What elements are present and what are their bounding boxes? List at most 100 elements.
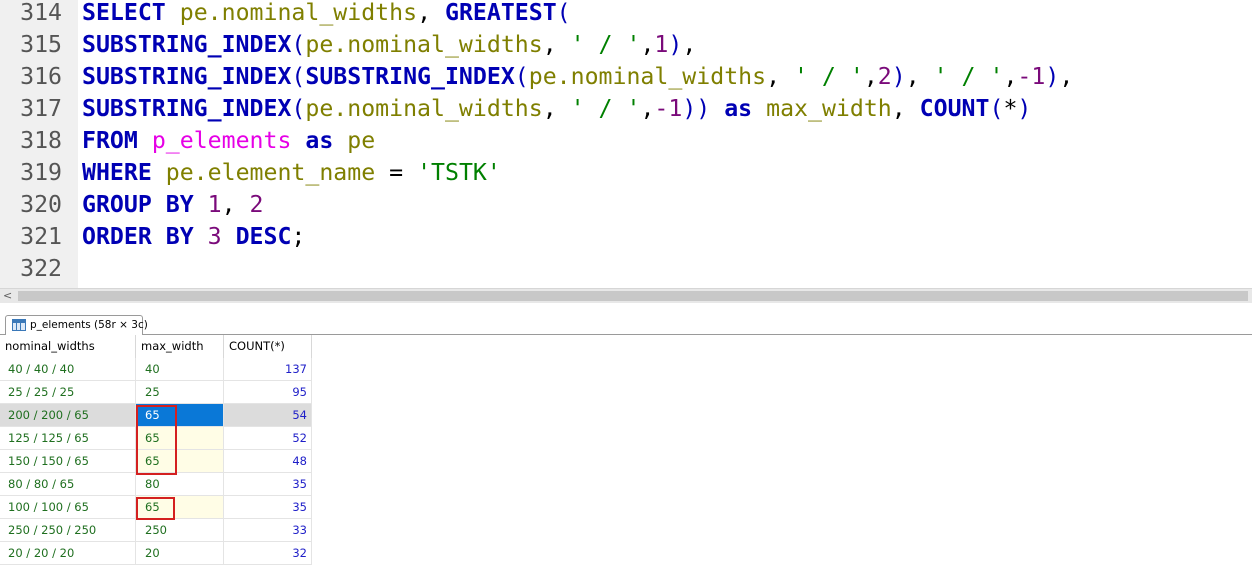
cell-count[interactable]: 48	[224, 450, 312, 473]
result-tab-label: p_elements (58r × 3c)	[30, 319, 148, 331]
code-token: ,	[891, 95, 920, 122]
cell-count[interactable]: 35	[224, 496, 312, 519]
code-token: )	[891, 63, 906, 90]
cell-count[interactable]: 33	[224, 519, 312, 542]
code-token: (	[291, 31, 306, 58]
cell-max-width[interactable]: 65	[136, 404, 224, 427]
code-token: pe.nominal_widths	[305, 95, 543, 122]
line-number: 321	[20, 223, 62, 250]
cell-count[interactable]: 54	[224, 404, 312, 427]
scrollbar-thumb[interactable]	[18, 291, 1248, 301]
cell-nominal-widths[interactable]: 40 / 40 / 40	[0, 358, 136, 381]
table-grid-icon	[12, 319, 26, 331]
cell-max-width[interactable]: 65	[136, 427, 224, 450]
scroll-left-arrow-icon[interactable]: <	[3, 289, 12, 303]
cell-nominal-widths[interactable]: 250 / 250 / 250	[0, 519, 136, 542]
code-text: FROM p_elements as pe	[82, 125, 375, 157]
code-token: ,	[542, 31, 571, 58]
result-tab-p-elements[interactable]: p_elements (58r × 3c)	[5, 315, 148, 335]
cell-nominal-widths[interactable]: 150 / 150 / 65	[0, 450, 136, 473]
code-token: ,	[542, 95, 571, 122]
cell-nominal-widths[interactable]: 80 / 80 / 65	[0, 473, 136, 496]
line-number: 318	[20, 127, 62, 154]
code-token: 'TSTK'	[417, 159, 501, 186]
table-row[interactable]: 40 / 40 / 40 40 137	[0, 358, 312, 381]
code-token: SUBSTRING_INDEX	[305, 63, 515, 90]
code-token: ,	[640, 31, 655, 58]
table-row[interactable]: 80 / 80 / 65 80 35	[0, 473, 312, 496]
code-token: *	[1003, 95, 1018, 122]
code-token: pe	[347, 127, 376, 154]
code-token: DESC	[235, 223, 292, 250]
code-token: )	[668, 31, 683, 58]
code-token: SELECT	[82, 0, 180, 26]
cell-max-width[interactable]: 40	[136, 358, 224, 381]
code-token: pe.nominal_widths	[179, 0, 418, 26]
cell-max-width[interactable]: 65	[136, 450, 224, 473]
code-token: ' / '	[794, 63, 864, 90]
code-token: 3	[207, 223, 236, 250]
cell-nominal-widths[interactable]: 200 / 200 / 65	[0, 404, 136, 427]
code-token: ))	[682, 95, 711, 122]
cell-nominal-widths[interactable]: 25 / 25 / 25	[0, 381, 136, 404]
code-text: ORDER BY 3 DESC;	[82, 221, 305, 253]
cell-nominal-widths[interactable]: 20 / 20 / 20	[0, 542, 136, 565]
table-row[interactable]: 125 / 125 / 65 65 52	[0, 427, 312, 450]
table-row[interactable]: 25 / 25 / 25 25 95	[0, 381, 312, 404]
cell-nominal-widths[interactable]: 100 / 100 / 65	[0, 496, 136, 519]
code-token: p_elements	[151, 127, 292, 154]
cell-count[interactable]: 95	[224, 381, 312, 404]
code-text: SUBSTRING_INDEX(pe.nominal_widths, ' / '…	[82, 29, 696, 61]
code-token: 1	[654, 31, 669, 58]
cell-max-width[interactable]: 65	[136, 496, 224, 519]
horizontal-scrollbar[interactable]: <	[0, 288, 1252, 303]
table-row[interactable]: 150 / 150 / 65 65 48	[0, 450, 312, 473]
code-token: )	[1045, 63, 1060, 90]
code-token: ' / '	[933, 63, 1004, 90]
code-token: WHERE	[82, 159, 166, 186]
cell-count[interactable]: 137	[224, 358, 312, 381]
column-header-max-width[interactable]: max_width	[136, 335, 224, 358]
code-token: SUBSTRING_INDEX	[82, 31, 292, 58]
table-row[interactable]: 250 / 250 / 250 250 33	[0, 519, 312, 542]
code-token: as	[305, 127, 348, 154]
code-token: ' / '	[570, 31, 641, 58]
cell-count[interactable]: 35	[224, 473, 312, 496]
cell-max-width[interactable]: 80	[136, 473, 224, 496]
cell-max-width[interactable]: 250	[136, 519, 224, 542]
code-token: )	[1017, 95, 1032, 122]
code-token: =	[375, 159, 418, 186]
line-number: 317	[20, 95, 62, 122]
cell-max-width[interactable]: 25	[136, 381, 224, 404]
table-row[interactable]: 100 / 100 / 65 65 35	[0, 496, 312, 519]
table-row[interactable]: 20 / 20 / 20 20 32	[0, 542, 312, 565]
sql-editor[interactable]: 314 SELECT pe.nominal_widths, GREATEST(31…	[0, 0, 1252, 288]
table-row[interactable]: 200 / 200 / 65 65 54	[0, 404, 312, 427]
code-token: ,	[417, 0, 445, 26]
code-token: pe.element_name	[165, 159, 376, 186]
code-token: 2	[249, 191, 264, 218]
code-token: FROM	[82, 127, 152, 154]
cell-max-width[interactable]: 20	[136, 542, 224, 565]
cell-count[interactable]: 32	[224, 542, 312, 565]
cell-nominal-widths[interactable]: 125 / 125 / 65	[0, 427, 136, 450]
code-token: (	[556, 0, 571, 26]
code-text: GROUP BY 1, 2	[82, 189, 264, 221]
code-text: SUBSTRING_INDEX(SUBSTRING_INDEX(pe.nomin…	[82, 61, 1073, 93]
cell-count[interactable]: 52	[224, 427, 312, 450]
column-header-count[interactable]: COUNT(*)	[224, 335, 312, 358]
line-number: 320	[20, 191, 62, 218]
code-token: ,	[1003, 63, 1018, 90]
code-token: (	[514, 63, 529, 90]
code-token: GREATEST	[444, 0, 557, 26]
code-token: -1	[654, 95, 683, 122]
line-number: 322	[20, 255, 62, 282]
code-token: as	[724, 95, 767, 122]
code-token: GROUP BY	[82, 191, 208, 218]
code-text: SUBSTRING_INDEX(pe.nominal_widths, ' / '…	[82, 93, 1031, 125]
code-token: ;	[291, 223, 306, 250]
code-token: 1	[207, 191, 222, 218]
column-header-nominal-widths[interactable]: nominal_widths	[0, 335, 136, 358]
